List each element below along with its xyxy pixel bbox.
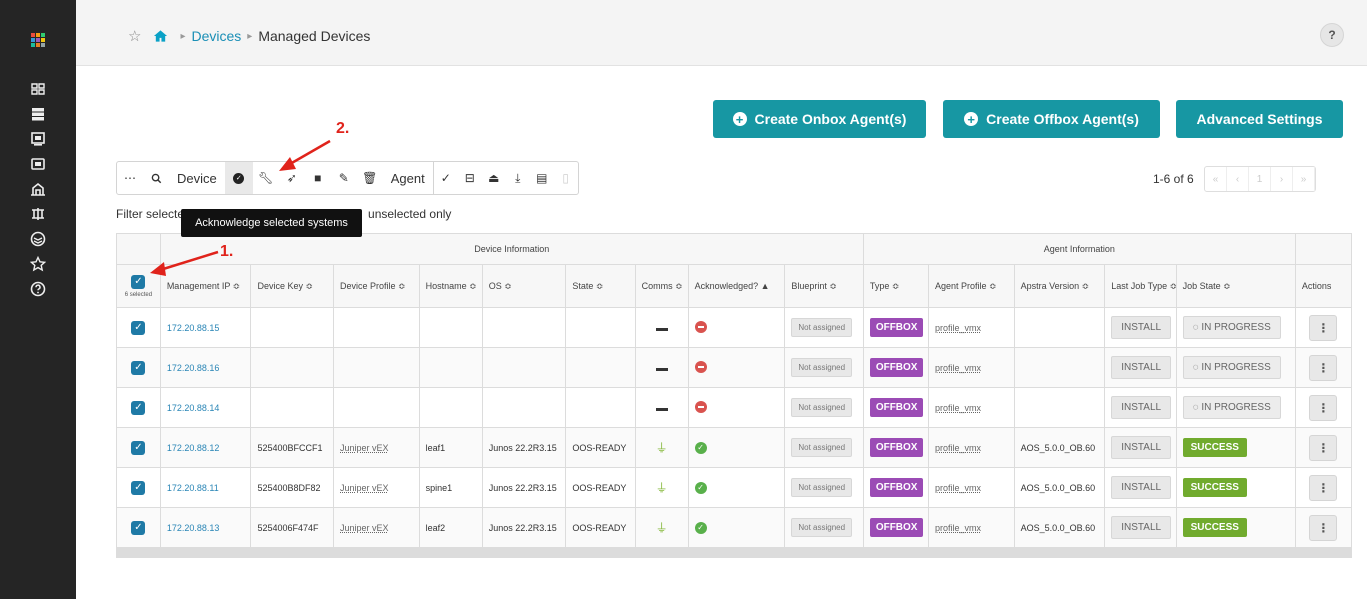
annotation-step-1: 1. xyxy=(220,243,234,260)
annotation-arrows xyxy=(150,139,331,276)
annotation-step-2: 2. xyxy=(336,120,350,137)
app-root: ☆ ▸ Devices ▸ Managed Devices ? + Create … xyxy=(0,0,1367,599)
